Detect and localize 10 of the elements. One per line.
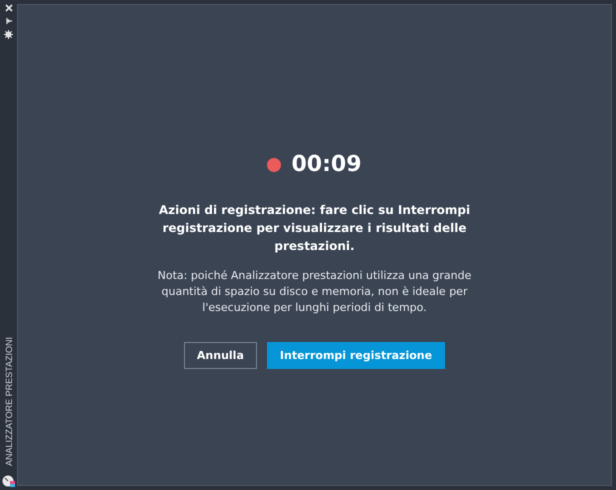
- note-text: Nota: poiché Analizzatore prestazioni utilizza una grande quantità di spazio su disco e memoria, non è ideale per l'esecuzione per lunghi periodi di tempo.: [156, 268, 472, 316]
- close-icon[interactable]: [4, 4, 12, 12]
- record-icon: [267, 158, 282, 172]
- settings-icon[interactable]: [4, 30, 13, 39]
- gauge-icon[interactable]: [2, 474, 16, 488]
- timer: 00:09: [291, 152, 362, 177]
- instruction-text: Azioni di registrazione: fare clic su Interrompi registrazione per visualizzare i risultati delle prestazioni.: [158, 202, 472, 255]
- panel-title: ANALIZZATORE PRESTAZIONI: [4, 336, 14, 466]
- pin-icon[interactable]: [4, 17, 12, 25]
- cancel-button[interactable]: Annulla: [184, 342, 257, 369]
